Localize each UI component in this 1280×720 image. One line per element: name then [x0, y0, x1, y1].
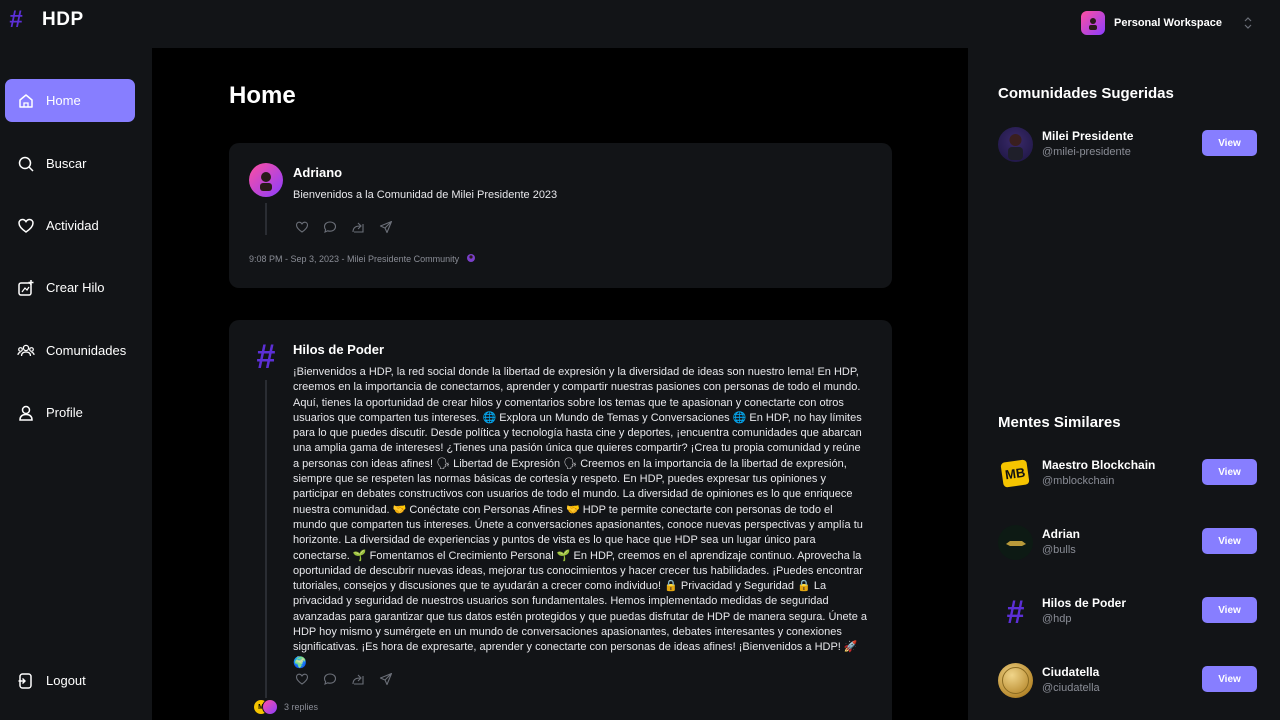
post-author[interactable]: Adriano [293, 165, 342, 180]
community-item: Milei Presidente @milei-presidente View [998, 125, 1258, 165]
people-section-title: Mentes Similares [998, 414, 1121, 431]
view-button[interactable]: View [1202, 130, 1257, 156]
person-avatar-icon [1088, 18, 1097, 30]
user-avatar[interactable]: # [998, 594, 1033, 629]
left-sidebar: Home Buscar Actividad Crear Hilo Comunid… [0, 48, 152, 720]
user-item: # Hilos de Poder @hdp View [998, 592, 1258, 632]
coin-icon [1002, 667, 1029, 694]
heart-icon [17, 217, 35, 235]
view-button[interactable]: View [1202, 666, 1257, 692]
search-icon [17, 155, 35, 173]
right-sidebar: Comunidades Sugeridas Milei Presidente @… [968, 48, 1280, 720]
thread-line [265, 203, 267, 235]
create-thread-icon [17, 279, 35, 297]
community-icon [466, 254, 475, 262]
app-name: HDP [42, 9, 84, 30]
user-handle: @hdp [1042, 613, 1072, 625]
hash-logo-icon: # [256, 338, 276, 376]
post-actions [295, 672, 393, 686]
person-avatar-icon [1008, 134, 1023, 160]
user-handle: @bulls [1042, 544, 1076, 556]
communities-icon [17, 342, 35, 360]
post-meta-text: 9:08 PM - Sep 3, 2023 - Milei Presidente… [249, 254, 460, 264]
heart-icon[interactable] [295, 220, 309, 234]
workspace-avatar [1080, 11, 1105, 35]
sidebar-item-home[interactable]: Home [5, 79, 135, 122]
community-name[interactable]: Milei Presidente [1042, 129, 1133, 143]
page-title: Home [229, 82, 296, 109]
user-avatar[interactable] [998, 663, 1033, 698]
sidebar-item-label: Crear Hilo [46, 280, 105, 295]
sidebar-item-crear-hilo[interactable]: Crear Hilo [5, 266, 135, 309]
hash-logo-icon: # [9, 6, 23, 33]
view-button[interactable]: View [1202, 597, 1257, 623]
logout-button[interactable]: Logout [5, 659, 135, 702]
sidebar-item-label: Buscar [46, 156, 87, 171]
thread-card[interactable]: Adriano Bienvenidos a la Comunidad de Mi… [229, 143, 892, 288]
thread-card[interactable]: # Hilos de Poder ¡Bienvenidos a HDP, la … [229, 320, 892, 720]
user-handle: @mblockchain [1042, 475, 1115, 487]
user-avatar[interactable]: MB [998, 456, 1033, 491]
community-avatar[interactable] [998, 127, 1033, 162]
sidebar-item-comunidades[interactable]: Comunidades [5, 329, 135, 372]
post-text: Bienvenidos a la Comunidad de Milei Pres… [293, 189, 558, 201]
user-handle: @ciudatella [1042, 682, 1100, 694]
reply-avatar [262, 699, 278, 715]
user-item: Adrian @bulls View [998, 523, 1258, 563]
post-actions [295, 220, 393, 234]
view-button[interactable]: View [1202, 528, 1257, 554]
post-author[interactable]: Hilos de Poder [293, 342, 384, 357]
thread-line [265, 380, 267, 698]
workspace-name: Personal Workspace [1113, 17, 1222, 29]
reply-icon[interactable] [323, 672, 337, 686]
profile-icon [17, 404, 35, 422]
sidebar-item-label: Actividad [46, 218, 99, 233]
top-bar: # HDP Personal Workspace [0, 0, 1280, 48]
user-name[interactable]: Hilos de Poder [1042, 596, 1126, 610]
view-button[interactable]: View [1202, 459, 1257, 485]
logout-icon [17, 672, 35, 690]
share-icon[interactable] [379, 672, 393, 686]
chevron-up-down-icon[interactable] [1244, 16, 1252, 30]
post-text: ¡Bienvenidos a HDP, la red social donde … [293, 366, 867, 669]
sidebar-item-label: Home [46, 93, 81, 108]
post-meta[interactable]: 9:08 PM - Sep 3, 2023 - Milei Presidente… [249, 253, 476, 264]
home-icon [17, 92, 35, 110]
bull-logo-icon [1005, 540, 1026, 546]
share-icon[interactable] [379, 220, 393, 234]
sidebar-item-profile[interactable]: Profile [5, 391, 135, 434]
replies-summary[interactable]: M 3 replies [253, 699, 318, 715]
user-item: MB Maestro Blockchain @mblockchain View [998, 454, 1258, 494]
user-item: Ciudatella @ciudatella View [998, 661, 1258, 701]
avatar[interactable]: # [249, 340, 283, 374]
user-avatar[interactable] [998, 525, 1033, 560]
user-name[interactable]: Maestro Blockchain [1042, 458, 1155, 472]
repost-icon[interactable] [351, 672, 365, 686]
user-name[interactable]: Adrian [1042, 527, 1080, 541]
person-avatar-icon [260, 172, 272, 191]
heart-icon[interactable] [295, 672, 309, 686]
reply-icon[interactable] [323, 220, 337, 234]
logout-label: Logout [46, 673, 86, 688]
hash-logo-icon: # [1006, 594, 1025, 629]
communities-section-title: Comunidades Sugeridas [998, 85, 1174, 102]
avatar[interactable] [249, 163, 283, 197]
sidebar-item-label: Profile [46, 405, 83, 420]
mb-logo: MB [1000, 459, 1031, 488]
workspace-switcher[interactable]: Personal Workspace [1080, 11, 1252, 35]
app-logo[interactable]: # HDP [6, 8, 84, 32]
sidebar-item-buscar[interactable]: Buscar [5, 142, 135, 185]
sidebar-item-actividad[interactable]: Actividad [5, 204, 135, 247]
community-handle: @milei-presidente [1042, 146, 1131, 158]
main-feed: Home Adriano Bienvenidos a la Comunidad … [153, 48, 967, 720]
sidebar-item-label: Comunidades [46, 343, 127, 358]
replies-count: 3 replies [284, 702, 319, 712]
user-name[interactable]: Ciudatella [1042, 665, 1099, 679]
repost-icon[interactable] [351, 220, 365, 234]
